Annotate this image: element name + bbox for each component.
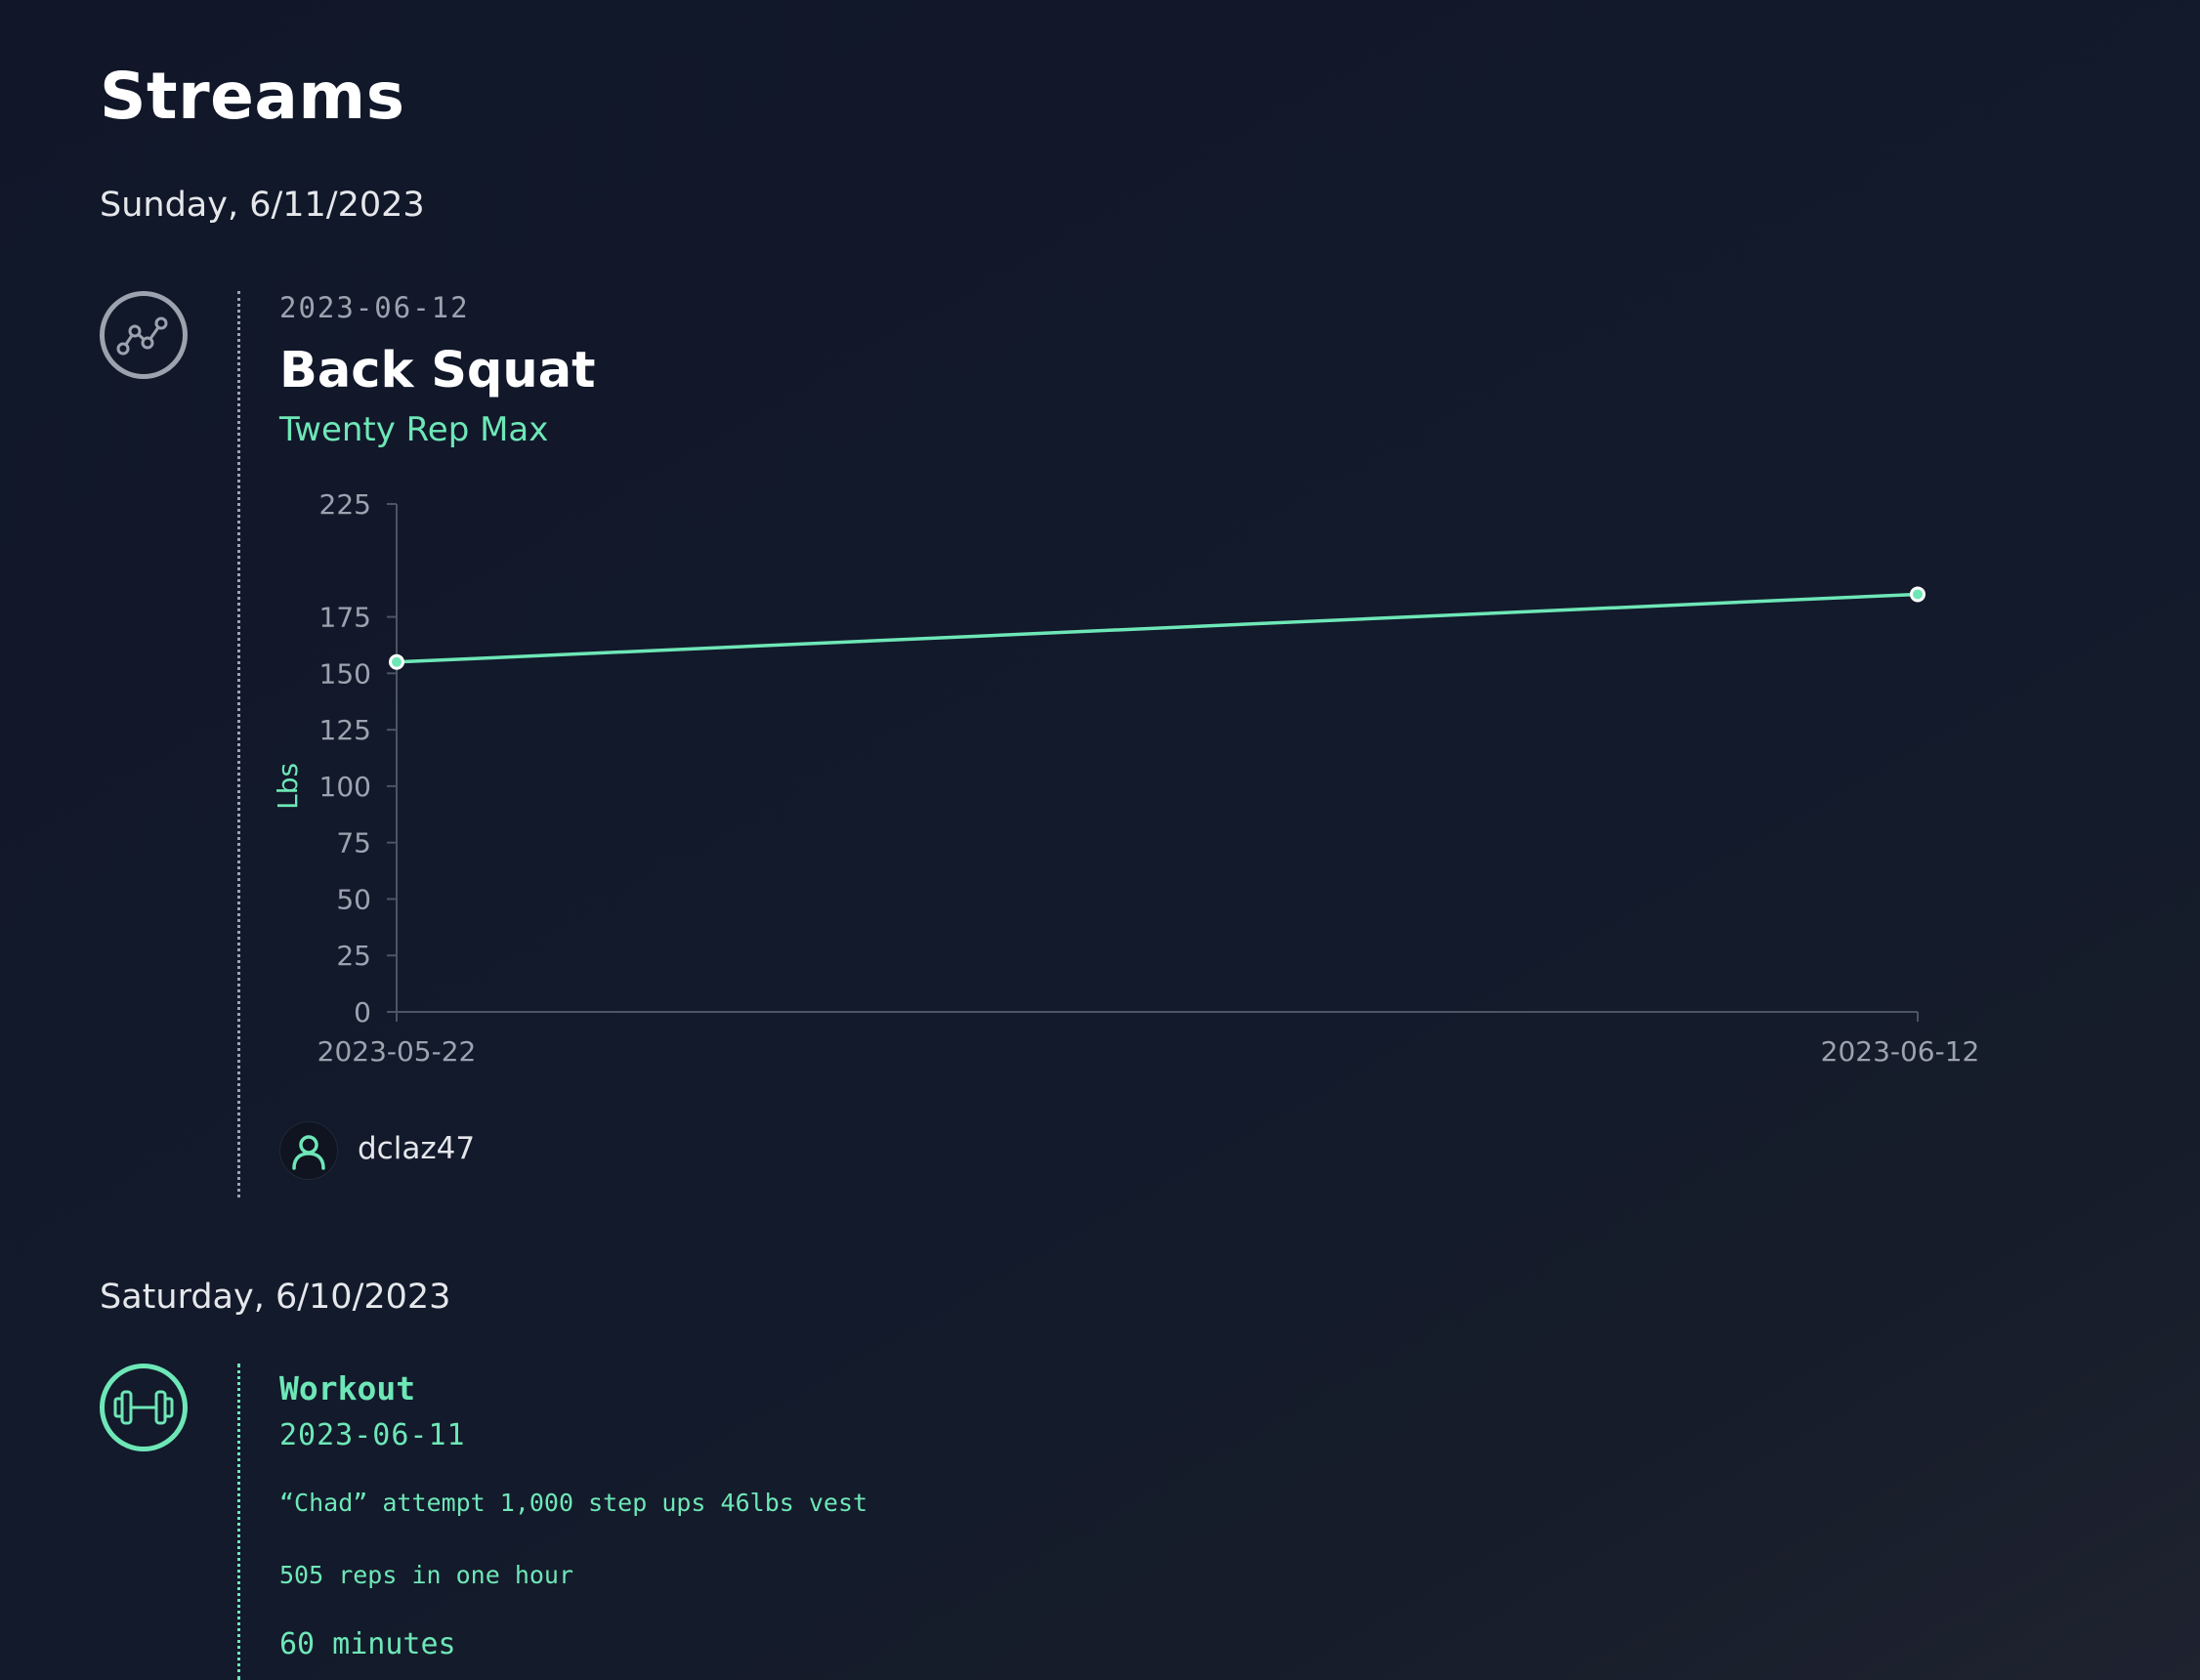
- y-tick-label: 25: [336, 940, 371, 972]
- y-tick-label: 100: [319, 771, 371, 803]
- avatar[interactable]: [279, 1121, 338, 1180]
- y-tick-label: 175: [319, 602, 371, 634]
- entry-title[interactable]: Back Squat: [279, 342, 596, 399]
- progress-chart: 0 25 50 75 100 125 150 175 225 2023-05-22 2023-06-…: [272, 488, 1980, 1068]
- y-axis-label: Lbs: [272, 763, 304, 810]
- user-icon: [292, 1135, 325, 1170]
- series-line: [396, 592, 1919, 664]
- workout-note: “Chad” attempt 1,000 step ups 46lbs vest: [279, 1489, 868, 1517]
- timeline-divider: [237, 1364, 240, 1680]
- line-chart-icon-glyph: [116, 316, 168, 356]
- x-tick-label: 2023-05-22: [317, 1035, 477, 1068]
- y-tick-label: 125: [319, 714, 371, 746]
- workout-duration: 60 minutes: [279, 1627, 456, 1661]
- y-tick-label: 75: [336, 827, 371, 860]
- timeline-divider: [237, 291, 240, 1197]
- entry-subtitle: Twenty Rep Max: [279, 410, 549, 449]
- line-chart-icon[interactable]: [100, 291, 188, 379]
- username-link[interactable]: dclaz47: [358, 1131, 475, 1166]
- x-tick-label: 2023-06-12: [1821, 1035, 1980, 1068]
- y-tick-label: 150: [319, 657, 371, 690]
- day-heading: Saturday, 6/10/2023: [100, 1278, 451, 1317]
- y-tick-label: 50: [336, 883, 371, 915]
- y-tick-label: 0: [354, 996, 371, 1029]
- entry-date: 2023-06-12: [279, 291, 470, 324]
- page-title: Streams: [100, 59, 405, 134]
- entry-type-label[interactable]: Workout: [279, 1369, 415, 1407]
- data-point: [389, 653, 404, 670]
- y-tick-label: 225: [319, 488, 371, 521]
- dumbbell-icon[interactable]: [100, 1364, 188, 1451]
- dumbbell-icon-glyph: [113, 1390, 174, 1425]
- workout-note: 505 reps in one hour: [279, 1561, 574, 1589]
- data-point: [1910, 586, 1925, 603]
- entry-date: 2023-06-11: [279, 1418, 466, 1452]
- day-heading: Sunday, 6/11/2023: [100, 186, 425, 225]
